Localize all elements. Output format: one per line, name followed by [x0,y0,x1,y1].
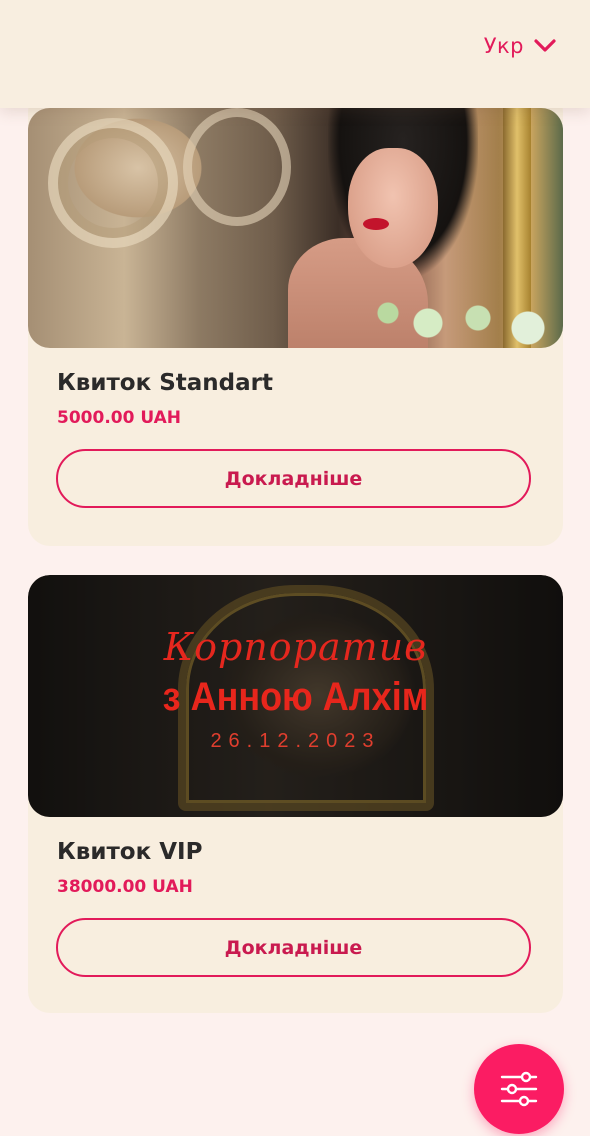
top-bar: Укр [0,0,590,108]
ticket-title: Квиток Standart [57,370,273,396]
ticket-image [28,108,563,348]
ticket-price: 38000.00 UAH [57,877,193,897]
details-button[interactable]: Докладніше [56,449,531,508]
ticket-card: Корпоратив з Анною Алхім 26.12.2023 Квит… [28,575,563,1013]
filter-sliders-icon [500,1071,538,1107]
language-selector[interactable]: Укр [484,34,556,58]
poster-script-text: Корпоратив [163,625,428,669]
ticket-card: Квиток Standart 5000.00 UAH Докладніше [28,90,563,546]
details-button[interactable]: Докладніше [56,918,531,977]
chevron-down-icon [534,39,556,52]
language-label: Укр [483,34,524,58]
poster-headline: з Анною Алхім [162,675,429,719]
poster-date: 26.12.2023 [210,730,381,752]
ticket-price: 5000.00 UAH [57,408,182,428]
ticket-title: Квиток VIP [57,839,203,865]
filter-button[interactable] [474,1044,564,1134]
event-poster-image: Корпоратив з Анною Алхім 26.12.2023 [28,575,563,817]
